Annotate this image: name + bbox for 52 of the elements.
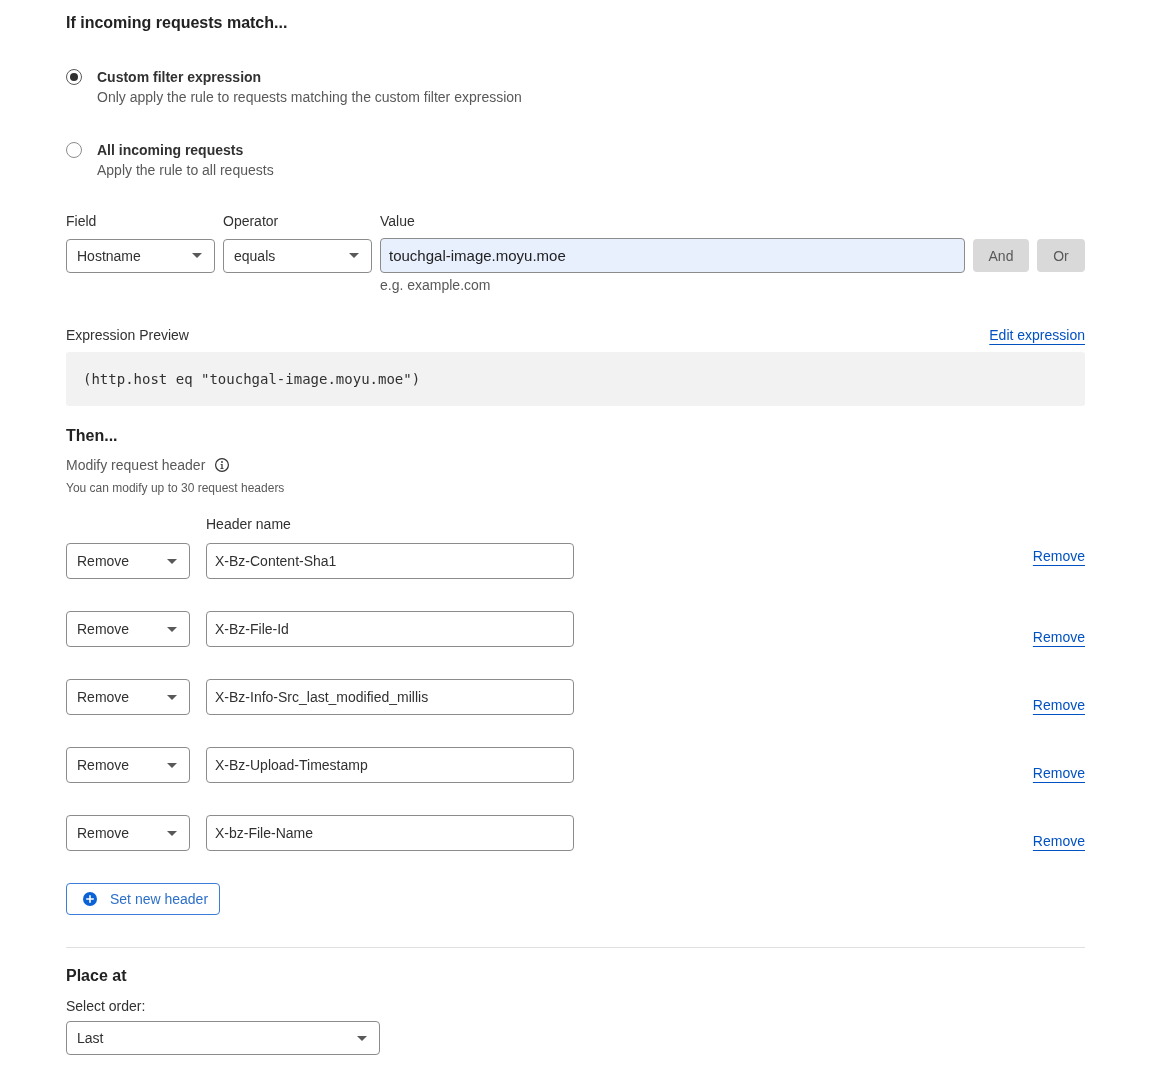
remove-link[interactable]: Remove xyxy=(1032,831,1085,851)
expression-preview: (http.host eq "touchgal-image.moyu.moe") xyxy=(66,352,1085,406)
caret-icon xyxy=(167,830,177,836)
caret-icon xyxy=(167,762,177,768)
radio-button[interactable] xyxy=(66,69,82,85)
set-new-header-button[interactable]: Set new header xyxy=(66,883,220,915)
or-button[interactable]: Or xyxy=(1037,239,1085,272)
operator-select[interactable]: equals xyxy=(223,238,372,273)
option-label: Custom filter expression xyxy=(97,68,262,87)
action-label: Modify request header xyxy=(66,456,206,475)
header-name-input[interactable]: X-Bz-File-Id xyxy=(206,611,574,647)
field-select[interactable]: Hostname xyxy=(66,238,215,273)
operation-select[interactable]: Remove xyxy=(66,611,190,647)
option-description: Only apply the rule to requests matching the custom filter expression xyxy=(97,88,522,107)
header-name-input[interactable]: X-Bz-Content-Sha1 xyxy=(206,543,574,579)
section-heading: Place at xyxy=(66,966,127,986)
preview-label: Expression Preview xyxy=(66,326,189,345)
section-heading: Then... xyxy=(66,426,118,446)
order-label: Select order: xyxy=(66,997,146,1016)
info-icon[interactable] xyxy=(215,458,230,472)
value-input[interactable]: touchgal-image.moyu.moe xyxy=(380,238,965,273)
caret-icon xyxy=(167,558,177,564)
radio-button[interactable] xyxy=(66,142,82,158)
note-text: You can modify up to 30 request headers xyxy=(66,480,285,496)
caret-icon xyxy=(167,626,177,632)
caret-icon xyxy=(357,1035,367,1041)
and-button[interactable]: And xyxy=(973,239,1029,272)
section-heading: If incoming requests match... xyxy=(66,13,288,33)
operation-select[interactable]: Remove xyxy=(66,747,190,783)
header-name-input[interactable]: X-Bz-Info-Src_last_modified_millis xyxy=(206,679,574,715)
plus-icon xyxy=(83,892,97,906)
caret-icon xyxy=(192,253,202,258)
order-select[interactable]: Last xyxy=(66,1021,380,1055)
edit-expression-link[interactable]: Edit expression xyxy=(989,325,1085,345)
remove-link[interactable]: Remove xyxy=(1032,695,1085,715)
operation-select[interactable]: Remove xyxy=(66,543,190,579)
field-label: Field xyxy=(66,212,97,231)
header-name-label: Header name xyxy=(206,515,291,534)
remove-link[interactable]: Remove xyxy=(1032,763,1085,783)
operation-select[interactable]: Remove xyxy=(66,679,190,715)
operation-select[interactable]: Remove xyxy=(66,815,190,851)
value-label: Value xyxy=(380,212,415,231)
caret-icon xyxy=(349,253,359,258)
header-name-input[interactable]: X-Bz-Upload-Timestamp xyxy=(206,747,574,783)
caret-icon xyxy=(167,694,177,700)
option-description: Apply the rule to all requests xyxy=(97,161,274,180)
remove-link[interactable]: Remove xyxy=(1032,546,1085,566)
operator-label: Operator xyxy=(223,212,279,231)
hint-text: e.g. example.com xyxy=(380,276,491,294)
header-name-input[interactable]: X-bz-File-Name xyxy=(206,815,574,851)
remove-link[interactable]: Remove xyxy=(1032,627,1085,647)
option-label: All incoming requests xyxy=(97,141,244,160)
